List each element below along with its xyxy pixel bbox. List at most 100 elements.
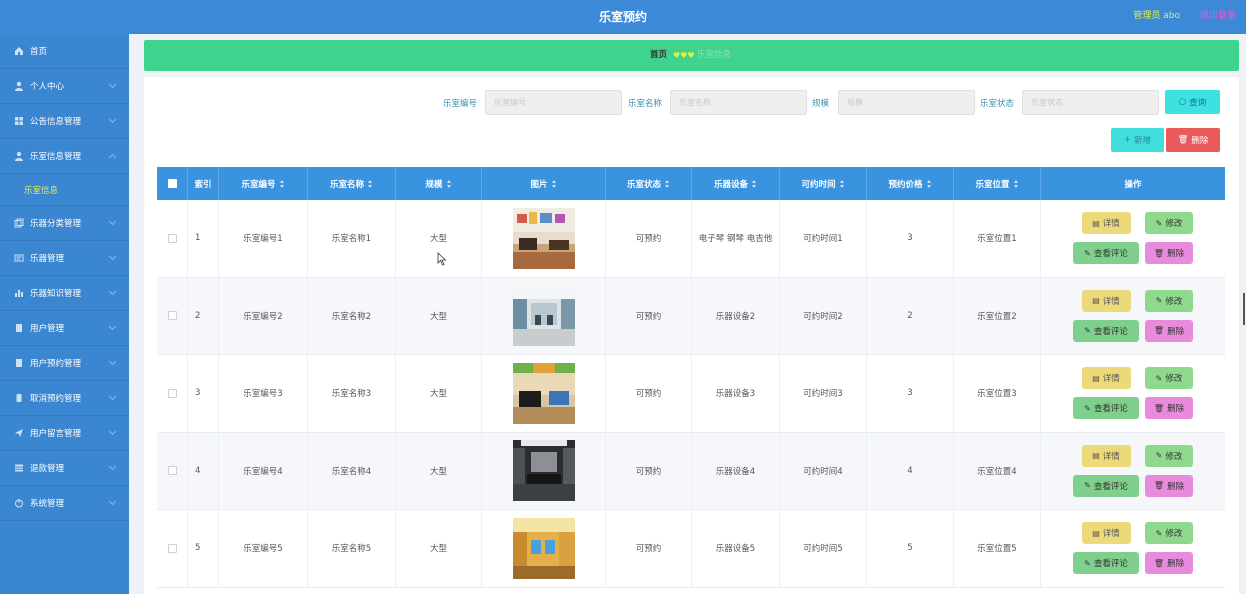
edit-label: 修改 — [1165, 374, 1183, 385]
sidebar-item-instrument[interactable]: 乐器管理 — [0, 241, 129, 276]
cell-price: 2 — [867, 277, 954, 354]
col-scale[interactable]: 规模 — [396, 167, 482, 200]
scrollbar-thumb[interactable] — [1243, 293, 1245, 325]
room-name-input[interactable]: 乐室名称 — [670, 90, 807, 115]
logout-link[interactable]: 退出登录 — [1200, 0, 1236, 32]
delete-button[interactable]: 🗑 删除 — [1145, 242, 1193, 265]
edit-icon: ✎ — [1084, 326, 1091, 336]
col-time[interactable]: 可约时间 — [780, 167, 867, 200]
sidebar-subitem-room-info[interactable]: 乐室信息 — [0, 174, 129, 206]
edit-button[interactable]: ✎ 修改 — [1145, 367, 1193, 390]
select-all-checkbox[interactable] — [167, 179, 177, 188]
col-location[interactable]: 乐室位置 — [954, 167, 1041, 200]
view-comments-button[interactable]: ✎ 查看评论 — [1073, 319, 1139, 342]
chevron-down-icon — [108, 252, 117, 261]
doc-icon — [14, 358, 24, 368]
sidebar-item-label: 系统管理 — [30, 499, 65, 509]
sort-icon — [752, 179, 757, 188]
delete-button[interactable]: 🗑 删除 — [1145, 397, 1193, 420]
delete-label: 删除 — [1167, 326, 1185, 337]
detail-icon: ▤ — [1092, 296, 1100, 306]
col-label: 乐室状态 — [626, 179, 661, 190]
view-comments-button[interactable]: ✎ 查看评论 — [1073, 397, 1139, 420]
sidebar-item-label: 乐器管理 — [30, 254, 65, 264]
row-checkbox[interactable] — [167, 543, 177, 553]
row-checkbox[interactable] — [167, 388, 177, 398]
cell-price: 3 — [867, 355, 954, 432]
message-icon — [14, 253, 24, 263]
edit-button[interactable]: ✎ 修改 — [1145, 212, 1193, 235]
sidebar-item-instrument-category[interactable]: 乐器分类管理 — [0, 206, 129, 241]
sidebar-item-user-booking[interactable]: 用户预约管理 — [0, 346, 129, 381]
detail-icon: ▤ — [1092, 373, 1100, 383]
col-status[interactable]: 乐室状态 — [606, 167, 692, 200]
detail-button[interactable]: ▤ 详情 — [1081, 289, 1131, 312]
cell-time: 可约时间2 — [780, 277, 867, 354]
sidebar-item-home[interactable]: 首页 — [0, 34, 129, 69]
col-price[interactable]: 预约价格 — [867, 167, 954, 200]
delete-button[interactable]: 🗑 删除 — [1145, 319, 1193, 342]
sidebar-item-refunds[interactable]: 退款管理 — [0, 451, 129, 486]
sidebar-item-cancel-booking[interactable]: 取消预约管理 — [0, 381, 129, 416]
mouse-cursor-icon — [437, 252, 447, 266]
view-comments-button[interactable]: ✎ 查看评论 — [1073, 242, 1139, 265]
col-code[interactable]: 乐室编号 — [219, 167, 308, 200]
edit-button[interactable]: ✎ 修改 — [1145, 444, 1193, 467]
edit-label: 修改 — [1165, 296, 1183, 307]
app-title: 乐室预约 — [598, 10, 647, 24]
cell-actions: ▤ 详情 ✎ 修改 ✎ 查看评论 🗑 删除 — [1041, 278, 1225, 355]
view-comments-button[interactable]: ✎ 查看评论 — [1073, 552, 1139, 575]
edit-icon: ✎ — [1084, 403, 1091, 413]
detail-button[interactable]: ▤ 详情 — [1081, 367, 1131, 390]
row-checkbox[interactable] — [167, 311, 177, 321]
detail-button[interactable]: ▤ 详情 — [1081, 212, 1131, 235]
edit-button[interactable]: ✎ 修改 — [1145, 522, 1193, 545]
sidebar-item-users[interactable]: 用户管理 — [0, 311, 129, 346]
room-code-input[interactable]: 乐室编号 — [485, 90, 622, 115]
bulk-delete-button[interactable]: 🗑 删除 — [1166, 128, 1220, 152]
col-label: 操作 — [1124, 179, 1142, 190]
sidebar-item-user-messages[interactable]: 用户留言管理 — [0, 416, 129, 451]
edit-button[interactable]: ✎ 修改 — [1145, 289, 1193, 312]
col-equipment[interactable]: 乐器设备 — [692, 167, 780, 200]
add-button[interactable]: + 新增 — [1111, 128, 1164, 152]
room-photo-5 — [512, 517, 575, 579]
row-checkbox[interactable] — [167, 233, 177, 243]
sidebar-item-notice[interactable]: 公告信息管理 — [0, 104, 129, 139]
edit-icon: ✎ — [1155, 218, 1163, 228]
col-image[interactable]: 图片 — [482, 167, 606, 200]
col-name[interactable]: 乐室名称 — [308, 167, 396, 200]
top-bar: 乐室预约 管理员 abo 退出登录 — [0, 0, 1246, 34]
detail-button[interactable]: ▤ 详情 — [1081, 444, 1131, 467]
delete-button[interactable]: 🗑 删除 — [1145, 552, 1193, 575]
detail-button[interactable]: ▤ 详情 — [1081, 522, 1131, 545]
col-label: 乐器设备 — [713, 179, 748, 190]
sidebar-item-instrument-knowledge[interactable]: 乐器知识管理 — [0, 276, 129, 311]
edit-icon: ✎ — [1155, 528, 1163, 538]
breadcrumb-current: 乐室信息 — [697, 50, 732, 60]
sort-icon — [926, 179, 932, 188]
cell-location: 乐室位置4 — [954, 432, 1041, 509]
scale-input[interactable]: 规模 — [838, 90, 975, 115]
cell-price: 5 — [867, 510, 954, 587]
delete-button[interactable]: 🗑 删除 — [1145, 474, 1193, 497]
cell-time: 可约时间4 — [780, 432, 867, 509]
sidebar-item-label: 公告信息管理 — [30, 117, 82, 127]
room-name-label: 乐室名称 — [628, 99, 663, 109]
room-status-input[interactable]: 乐室状态 — [1022, 90, 1159, 115]
search-icon: ○ — [1178, 97, 1187, 107]
query-button[interactable]: ○ 查询 — [1165, 90, 1220, 114]
cell-status: 可预约 — [606, 277, 692, 354]
breadcrumb-home[interactable]: 首页 — [650, 40, 667, 71]
sidebar-item-personal-center[interactable]: 个人中心 — [0, 69, 129, 104]
sidebar-item-label: 退款管理 — [30, 464, 65, 474]
cell-scale: 大型 — [396, 355, 482, 432]
sidebar-item-room-info[interactable]: 乐室信息管理 — [0, 139, 129, 174]
edit-label: 修改 — [1165, 451, 1183, 462]
sidebar-item-system[interactable]: 系统管理 — [0, 486, 129, 521]
row-checkbox[interactable] — [167, 466, 177, 476]
trash-icon: 🗑 — [1153, 558, 1165, 568]
cell-name: 乐室名称5 — [308, 510, 396, 587]
chevron-down-icon — [108, 322, 117, 331]
view-comments-button[interactable]: ✎ 查看评论 — [1073, 474, 1139, 497]
